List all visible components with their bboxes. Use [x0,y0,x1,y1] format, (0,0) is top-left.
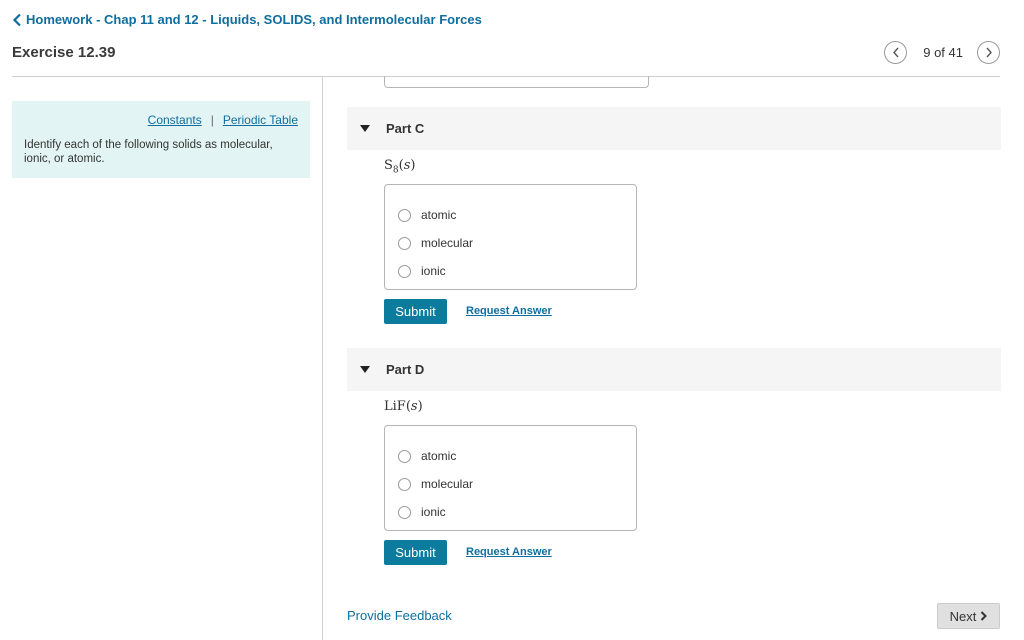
part-c-header[interactable]: Part C [347,107,1001,150]
back-to-homework-link[interactable]: Homework - Chap 11 and 12 - Liquids, SOL… [12,12,482,27]
next-item-button[interactable] [977,41,1000,64]
chevron-right-icon [985,47,992,58]
part-d-request-answer-link[interactable]: Request Answer [466,546,552,558]
chevron-left-icon [892,47,899,58]
instructions-text: Identify each of the following solids as… [24,139,273,165]
radio-button[interactable] [398,236,411,250]
part-c-request-answer-link[interactable]: Request Answer [466,305,552,317]
part-c-label: Part C [386,121,425,136]
part-d-choices: atomic molecular ionic [384,425,637,531]
provide-feedback-link[interactable]: Provide Feedback [347,608,452,623]
choice-label: ionic [421,505,446,519]
formula-paren: ) [410,158,416,173]
part-d-label: Part D [386,362,425,377]
choice-label: molecular [421,236,474,250]
part-d-formula: LiF(s) [384,399,423,414]
caret-down-icon [360,366,370,373]
previous-choice-box-edge [384,76,649,88]
caret-down-icon [360,125,370,132]
back-link-label: Homework - Chap 11 and 12 - Liquids, SOL… [26,12,482,27]
part-c-formula: S8(s) [384,158,415,176]
next-label: Next [949,608,977,624]
pager-count: 9 of 41 [923,45,963,60]
column-divider [322,77,323,640]
radio-button[interactable] [398,264,411,278]
previous-item-button[interactable] [884,41,908,64]
radio-button[interactable] [398,477,411,491]
resource-links: Constants | Periodic Table [24,113,298,127]
pager: 9 of 41 [884,41,1000,64]
part-c-choices: atomic molecular ionic [384,184,637,290]
radio-button[interactable] [398,449,411,463]
formula-state: s [410,399,418,414]
radio-button[interactable] [398,208,411,222]
choice-atomic[interactable]: atomic [385,201,636,229]
formula-paren: ) [417,399,423,414]
choice-atomic[interactable]: atomic [385,442,636,470]
choice-label: ionic [421,264,446,278]
choice-ionic[interactable]: ionic [385,257,636,285]
part-c-submit-button[interactable]: Submit [384,299,447,324]
chevron-left-icon [12,13,21,26]
choice-label: molecular [421,477,474,491]
formula-base: LiF [384,399,406,414]
periodic-table-link[interactable]: Periodic Table [223,113,298,127]
formula-base: S [384,158,393,173]
exercise-title: Exercise 12.39 [12,44,116,61]
part-d-header[interactable]: Part D [347,348,1001,391]
constants-link[interactable]: Constants [148,113,202,127]
choice-label: atomic [421,208,457,222]
info-panel: Constants | Periodic Table Identify each… [12,101,310,178]
choice-label: atomic [421,449,457,463]
choice-ionic[interactable]: ionic [385,498,636,526]
next-button[interactable]: Next [937,603,1000,629]
link-separator: | [210,113,214,127]
radio-button[interactable] [398,505,411,519]
part-d-submit-button[interactable]: Submit [384,540,447,565]
choice-molecular[interactable]: molecular [385,470,636,498]
chevron-right-icon [981,611,988,621]
choice-molecular[interactable]: molecular [385,229,636,257]
